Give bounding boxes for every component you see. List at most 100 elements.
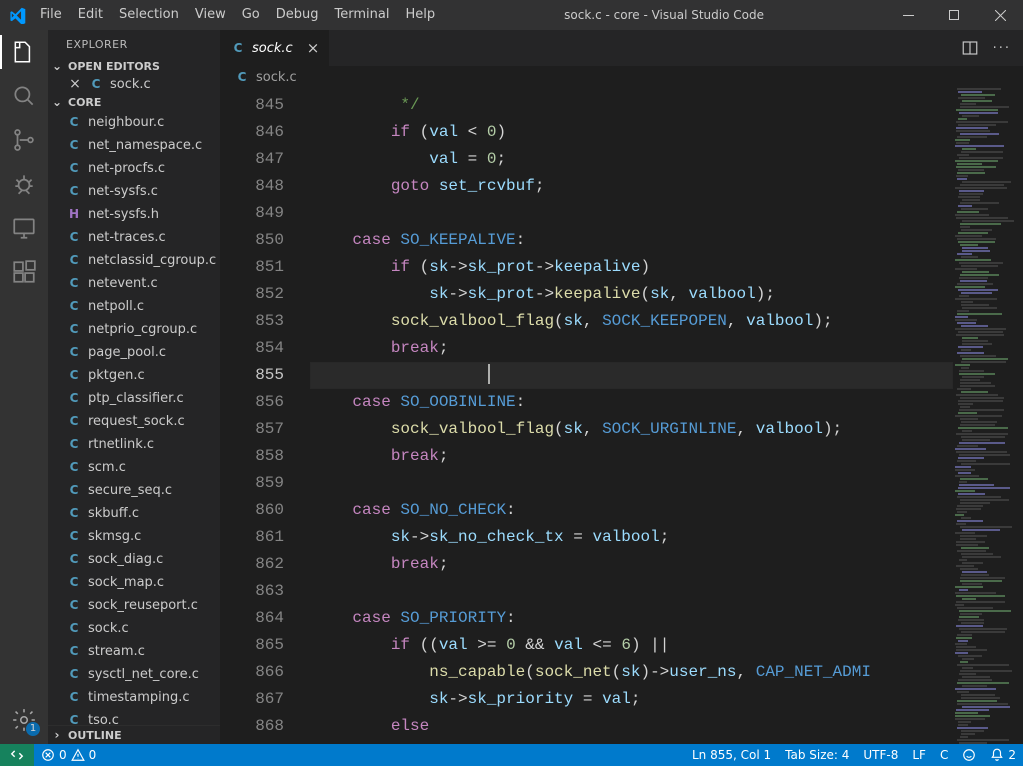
code-line[interactable]: case SO_PRIORITY: — [310, 605, 953, 632]
code-line[interactable]: sk->sk_no_check_tx = valbool; — [310, 524, 953, 551]
code-line[interactable] — [310, 200, 953, 227]
c-file-icon: C — [66, 253, 82, 269]
file-item[interactable]: Cscm.c — [48, 456, 220, 479]
menu-go[interactable]: Go — [234, 0, 268, 30]
menu-selection[interactable]: Selection — [111, 0, 187, 30]
file-item[interactable]: Cnetclassid_cgroup.c — [48, 249, 220, 272]
code-line[interactable]: case SO_OOBINLINE: — [310, 389, 953, 416]
open-editors-header[interactable]: ⌄ OPEN EDITORS — [48, 57, 220, 75]
cursor-position[interactable]: Ln 855, Col 1 — [685, 744, 778, 766]
file-item[interactable]: Crequest_sock.c — [48, 410, 220, 433]
code-line[interactable]: break; — [310, 443, 953, 470]
language-mode[interactable]: C — [933, 744, 955, 766]
code-line[interactable]: ns_capable(sock_net(sk)->user_ns, CAP_NE… — [310, 659, 953, 686]
extensions-icon[interactable] — [10, 258, 38, 286]
file-item[interactable]: Cskmsg.c — [48, 525, 220, 548]
code-line[interactable]: val = 0; — [310, 146, 953, 173]
file-name: rtnetlink.c — [88, 434, 154, 455]
code-line[interactable]: else — [310, 713, 953, 740]
file-item[interactable]: Cnet-procfs.c — [48, 157, 220, 180]
file-item[interactable]: Csock.c — [48, 617, 220, 640]
split-editor-icon[interactable] — [961, 39, 979, 57]
file-item[interactable]: Cnet_namespace.c — [48, 134, 220, 157]
eol[interactable]: LF — [905, 744, 933, 766]
file-item[interactable]: Cnet-sysfs.c — [48, 180, 220, 203]
debug-icon[interactable] — [10, 170, 38, 198]
file-item[interactable]: Csock_map.c — [48, 571, 220, 594]
file-item[interactable]: Cnet-traces.c — [48, 226, 220, 249]
minimap[interactable] — [953, 88, 1023, 744]
tab-size[interactable]: Tab Size: 4 — [778, 744, 856, 766]
tab-sock-c[interactable]: C sock.c × — [220, 30, 330, 66]
minimize-button[interactable] — [885, 0, 931, 30]
file-item[interactable]: Hnet-sysfs.h — [48, 203, 220, 226]
code-line[interactable]: if (val < 0) — [310, 119, 953, 146]
maximize-button[interactable] — [931, 0, 977, 30]
menu-view[interactable]: View — [187, 0, 234, 30]
code-line[interactable]: break; — [310, 335, 953, 362]
menu-terminal[interactable]: Terminal — [327, 0, 398, 30]
outline-header[interactable]: › OUTLINE — [48, 725, 220, 744]
text-editor[interactable]: 8458468478488498508518528538548558568578… — [220, 88, 1023, 744]
file-item[interactable]: Cskbuff.c — [48, 502, 220, 525]
chevron-down-icon: ⌄ — [50, 59, 64, 73]
code-line[interactable] — [310, 362, 953, 389]
breadcrumb[interactable]: C sock.c — [220, 66, 1023, 88]
code-line[interactable]: goto set_rcvbuf; — [310, 173, 953, 200]
file-item[interactable]: Cnetprio_cgroup.c — [48, 318, 220, 341]
code-line[interactable]: sock_valbool_flag(sk, SOCK_KEEPOPEN, val… — [310, 308, 953, 335]
file-item[interactable]: Cneighbour.c — [48, 111, 220, 134]
file-item[interactable]: Cnetevent.c — [48, 272, 220, 295]
code-line[interactable] — [310, 578, 953, 605]
warning-count: 0 — [89, 748, 97, 762]
file-item[interactable]: Cpktgen.c — [48, 364, 220, 387]
code-line[interactable]: if (sk->sk_prot->keepalive) — [310, 254, 953, 281]
notification-count: 2 — [1008, 748, 1016, 762]
problems-status[interactable]: 0 0 — [34, 744, 103, 766]
menu-help[interactable]: Help — [397, 0, 443, 30]
editor-content[interactable]: */ if (val < 0) val = 0; goto set_rcvbuf… — [310, 88, 953, 744]
code-line[interactable]: case SO_NO_CHECK: — [310, 497, 953, 524]
file-item[interactable]: Crtnetlink.c — [48, 433, 220, 456]
explorer-icon[interactable] — [10, 38, 38, 66]
file-item[interactable]: Cptp_classifier.c — [48, 387, 220, 410]
code-line[interactable]: sk->sk_prot->keepalive(sk, valbool); — [310, 281, 953, 308]
file-item[interactable]: Ctso.c — [48, 709, 220, 725]
close-icon[interactable]: × — [68, 76, 82, 92]
open-editor-item[interactable]: ×Csock.c — [48, 75, 220, 93]
file-item[interactable]: Csock_diag.c — [48, 548, 220, 571]
code-line[interactable]: */ — [310, 92, 953, 119]
code-line[interactable]: sk->sk_priority = val; — [310, 686, 953, 713]
code-line[interactable] — [310, 470, 953, 497]
file-item[interactable]: Csecure_seq.c — [48, 479, 220, 502]
c-file-icon: C — [66, 575, 82, 591]
encoding[interactable]: UTF-8 — [856, 744, 905, 766]
source-control-icon[interactable] — [10, 126, 38, 154]
file-name: scm.c — [88, 457, 126, 478]
search-icon[interactable] — [10, 82, 38, 110]
c-file-icon: C — [66, 529, 82, 545]
feedback-icon[interactable] — [955, 744, 983, 766]
file-item[interactable]: Cnetpoll.c — [48, 295, 220, 318]
code-line[interactable]: if ((val >= 0 && val <= 6) || — [310, 632, 953, 659]
workspace-header[interactable]: ⌄ CORE — [48, 93, 220, 111]
code-line[interactable]: case SO_KEEPALIVE: — [310, 227, 953, 254]
more-actions-icon[interactable]: ··· — [993, 41, 1011, 56]
file-name: page_pool.c — [88, 342, 166, 363]
file-item[interactable]: Cstream.c — [48, 640, 220, 663]
file-item[interactable]: Cpage_pool.c — [48, 341, 220, 364]
close-button[interactable] — [977, 0, 1023, 30]
file-item[interactable]: Csysctl_net_core.c — [48, 663, 220, 686]
menu-debug[interactable]: Debug — [268, 0, 327, 30]
menu-file[interactable]: File — [32, 0, 70, 30]
file-item[interactable]: Ctimestamping.c — [48, 686, 220, 709]
file-item[interactable]: Csock_reuseport.c — [48, 594, 220, 617]
menu-edit[interactable]: Edit — [70, 0, 111, 30]
code-line[interactable]: sock_valbool_flag(sk, SOCK_URGINLINE, va… — [310, 416, 953, 443]
settings-gear-icon[interactable]: 1 — [10, 706, 38, 734]
remote-explorer-icon[interactable] — [10, 214, 38, 242]
remote-indicator[interactable] — [0, 744, 34, 766]
notifications-status[interactable]: 2 — [983, 744, 1023, 766]
code-line[interactable]: break; — [310, 551, 953, 578]
close-icon[interactable]: × — [307, 39, 320, 57]
